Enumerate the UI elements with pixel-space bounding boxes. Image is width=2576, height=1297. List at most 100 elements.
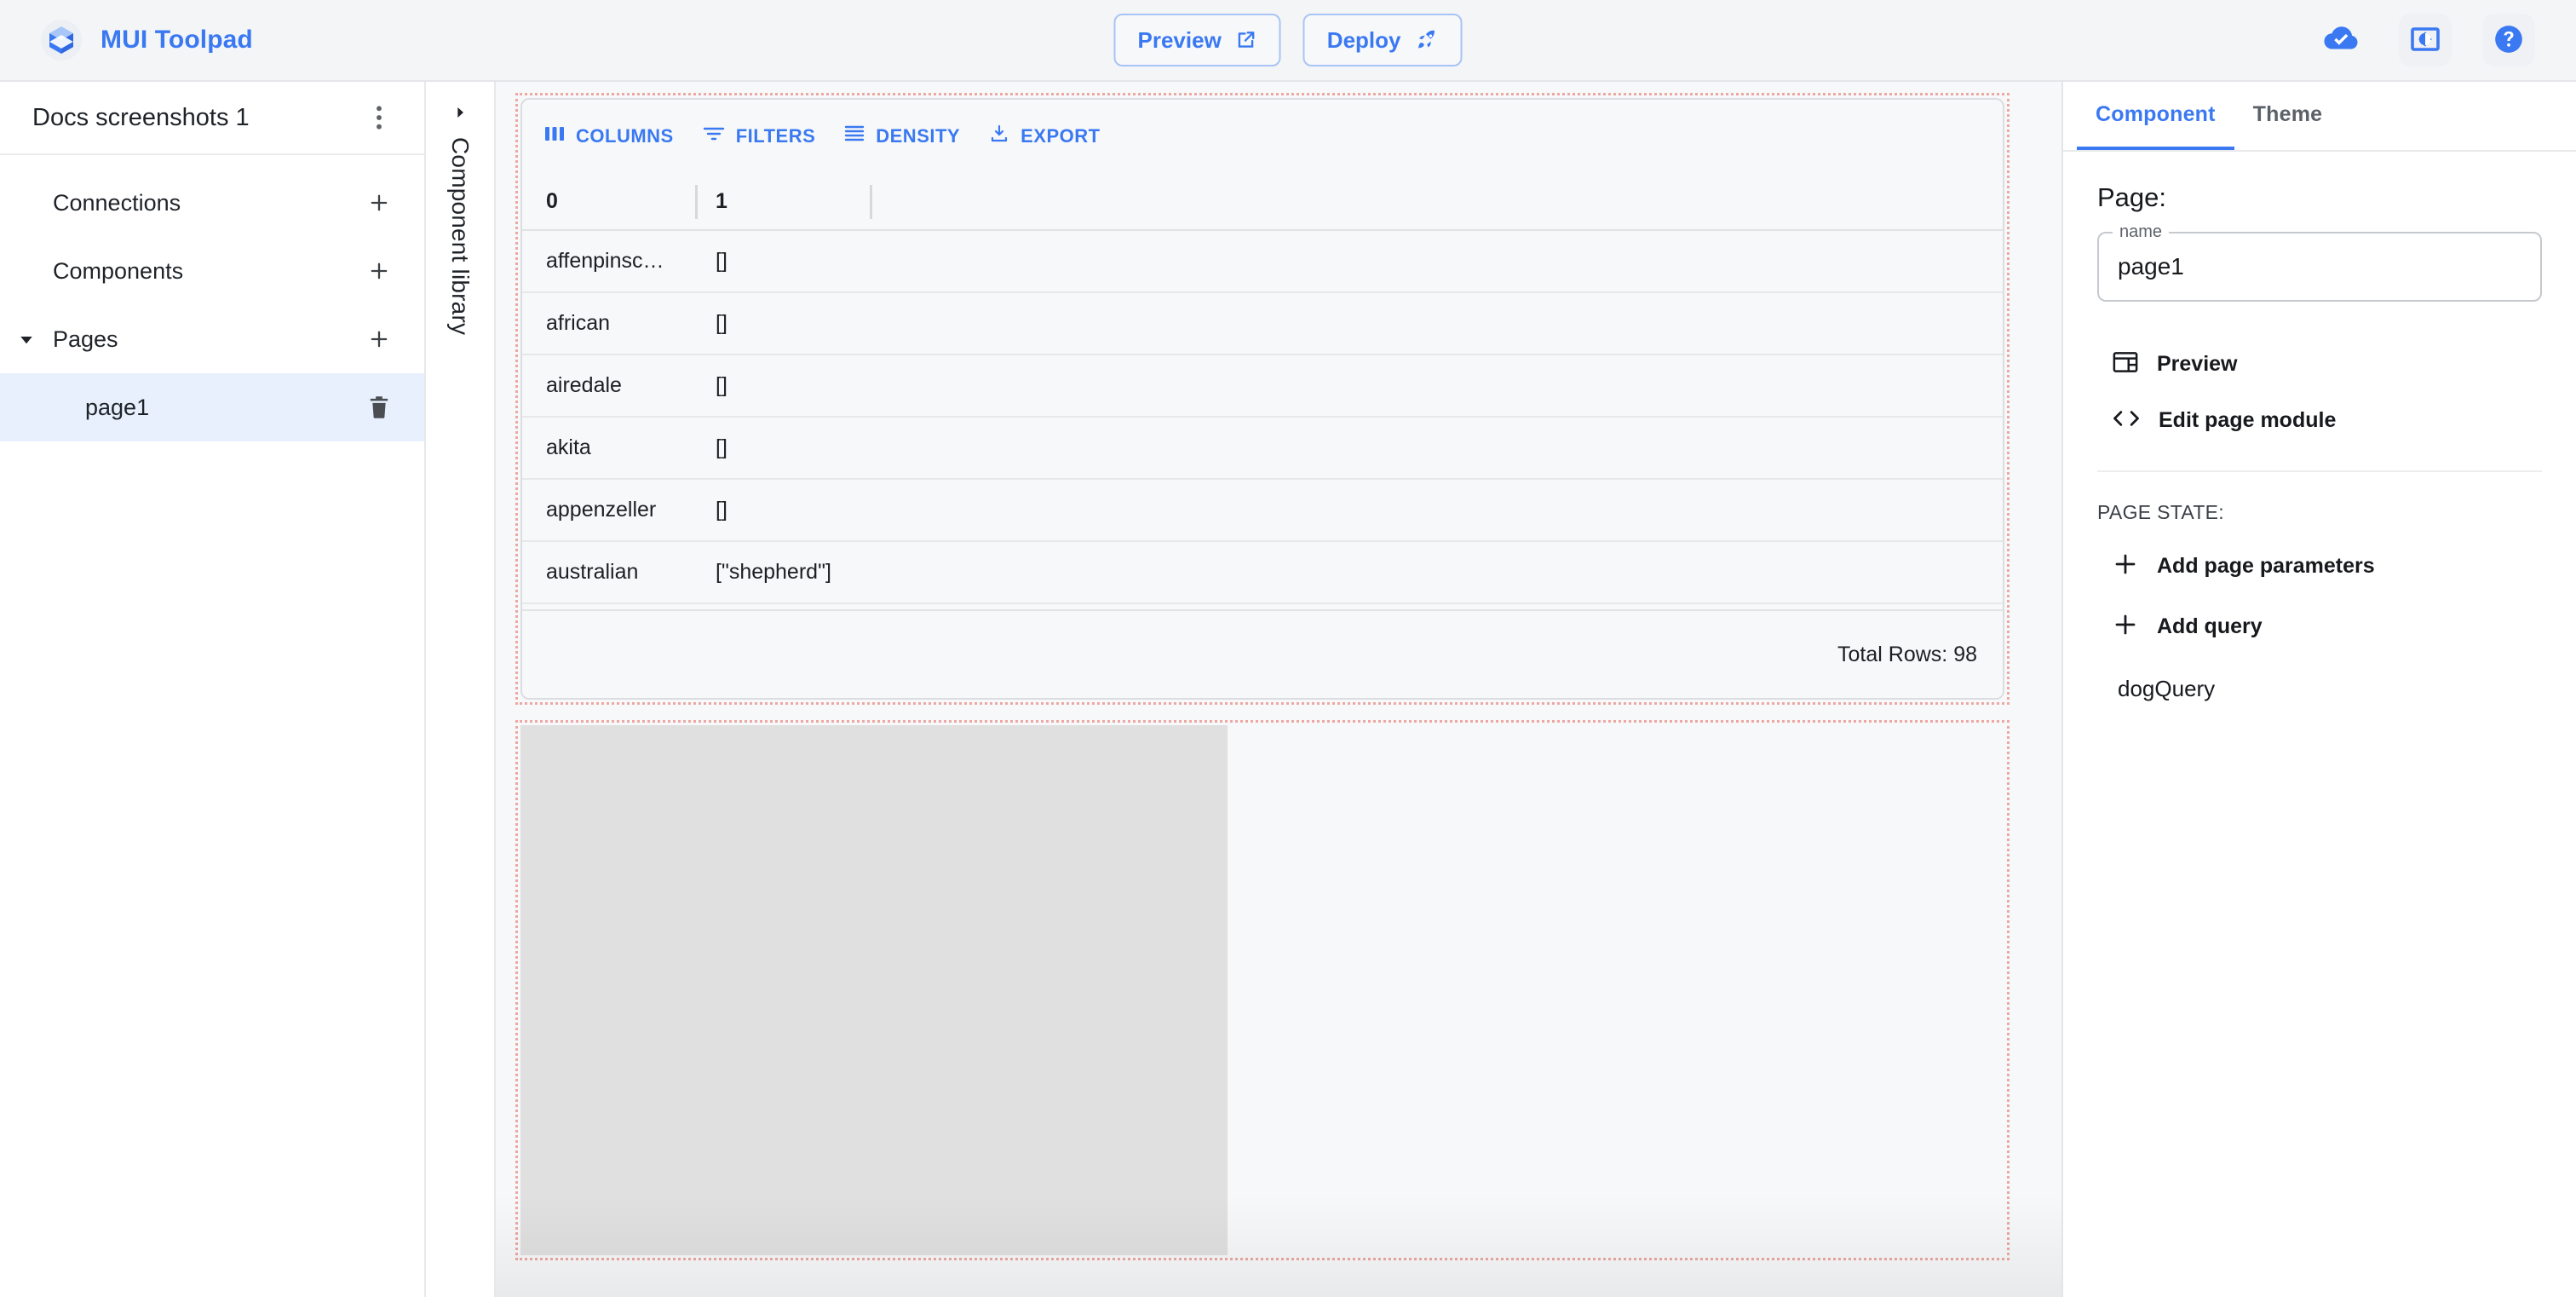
brightness-settings-icon xyxy=(2410,26,2441,55)
column-header-0[interactable]: 0 xyxy=(522,189,697,214)
density-button[interactable]: DENSITY xyxy=(844,116,975,157)
tab-component[interactable]: Component xyxy=(2077,82,2234,150)
add-page-parameters-action[interactable]: Add page parameters xyxy=(2097,536,2542,597)
sidebar-item-pages[interactable]: Pages xyxy=(0,305,424,373)
cell-col0: akita xyxy=(546,435,591,459)
web-layout-icon xyxy=(2113,351,2138,378)
add-query-action[interactable]: Add query xyxy=(2097,597,2542,657)
canvas-inner: COLUMNS FILTERS DENSITY EXPORT 0 1 affen… xyxy=(496,82,2061,1297)
cell-col0: australian xyxy=(546,560,639,584)
edit-page-module-action[interactable]: Edit page module xyxy=(2097,393,2542,448)
query-item-dogquery[interactable]: dogQuery xyxy=(2097,657,2542,721)
preview-page-label: Preview xyxy=(2157,352,2238,376)
table-row[interactable]: airedale [] xyxy=(522,355,2003,418)
brand: MUI Toolpad xyxy=(0,20,253,61)
table-row[interactable]: australian ["shepherd"] xyxy=(522,542,2003,604)
filters-button-label: FILTERS xyxy=(735,125,816,147)
sidebar-item-page1[interactable]: page1 xyxy=(0,373,424,441)
caret-right-icon[interactable] xyxy=(453,106,467,124)
deploy-button-label: Deploy xyxy=(1326,26,1401,53)
left-sidebar: Docs screenshots 1 Connections Component… xyxy=(0,82,426,1297)
app-body: Docs screenshots 1 Connections Component… xyxy=(0,82,2576,1297)
add-page-button[interactable] xyxy=(359,320,399,359)
columns-button[interactable]: COLUMNS xyxy=(544,117,689,156)
table-row[interactable]: african [] xyxy=(522,293,2003,355)
inspector-tabs: Component Theme xyxy=(2063,82,2576,152)
total-rows-label: Total Rows: 98 xyxy=(1837,642,1977,666)
cell-col1: [] xyxy=(716,249,727,273)
preview-page-action[interactable]: Preview xyxy=(2097,336,2542,393)
density-icon xyxy=(844,124,865,148)
app-name-title: Docs screenshots 1 xyxy=(32,103,250,131)
header-actions: Preview Deploy xyxy=(1113,14,1463,66)
datagrid-header-row: 0 1 xyxy=(522,173,2003,231)
cell-col0: african xyxy=(546,311,611,335)
more-vertical-icon[interactable] xyxy=(359,98,399,137)
add-component-button[interactable] xyxy=(359,251,399,291)
table-row[interactable]: affenpinsc… [] xyxy=(522,231,2003,293)
toolpad-logo-icon xyxy=(41,20,82,61)
app-header: MUI Toolpad Preview Deploy xyxy=(0,0,2576,82)
sidebar-header: Docs screenshots 1 xyxy=(0,82,424,155)
placeholder-box[interactable] xyxy=(520,725,1228,1255)
sidebar-item-components[interactable]: Components xyxy=(0,237,424,305)
cloud-done-icon[interactable] xyxy=(2315,14,2368,66)
plus-icon xyxy=(2113,612,2138,642)
help-circle-icon xyxy=(2493,23,2525,58)
component-library-label: Component library xyxy=(447,137,474,336)
table-row[interactable]: akita [] xyxy=(522,418,2003,480)
datagrid-rows: affenpinsc… [] african [] airedale [] ak… xyxy=(522,231,2003,609)
filters-button[interactable]: FILTERS xyxy=(703,116,831,157)
header-right-icons xyxy=(2315,14,2576,66)
cell-col1: [] xyxy=(716,498,727,522)
add-connection-button[interactable] xyxy=(359,183,399,222)
cell-col0: appenzeller xyxy=(546,498,657,522)
sidebar-item-connections[interactable]: Connections xyxy=(0,169,424,237)
cell-col1: ["shepherd"] xyxy=(716,560,831,584)
rocket-icon xyxy=(1414,28,1438,52)
component-library-rail[interactable]: Component library xyxy=(426,82,496,1297)
datagrid-slot[interactable]: COLUMNS FILTERS DENSITY EXPORT 0 1 affen… xyxy=(515,93,2010,705)
page-heading: Page: xyxy=(2097,182,2167,212)
export-button-label: EXPORT xyxy=(1021,125,1101,147)
page-item-label: page1 xyxy=(85,394,150,420)
page-canvas[interactable]: COLUMNS FILTERS DENSITY EXPORT 0 1 affen… xyxy=(496,82,2061,1297)
brand-title: MUI Toolpad xyxy=(101,26,253,54)
cell-col0: airedale xyxy=(546,373,622,397)
cell-col0: affenpinsc… xyxy=(546,249,664,273)
trash-icon[interactable] xyxy=(359,388,399,427)
datagrid-component[interactable]: COLUMNS FILTERS DENSITY EXPORT 0 1 affen… xyxy=(520,98,2004,700)
export-button[interactable]: EXPORT xyxy=(989,115,1115,158)
columns-icon xyxy=(544,125,565,147)
table-row[interactable]: appenzeller [] xyxy=(522,480,2003,542)
column-header-1[interactable]: 1 xyxy=(697,189,860,214)
filter-icon xyxy=(703,124,725,148)
page-name-value[interactable]: page1 xyxy=(2118,253,2184,280)
page-state-title: PAGE STATE: xyxy=(2097,501,2224,523)
empty-component-slot[interactable] xyxy=(515,720,2010,1260)
sidebar-item-label: Components xyxy=(53,257,184,284)
edit-page-module-label: Edit page module xyxy=(2159,408,2337,432)
add-page-parameters-label: Add page parameters xyxy=(2157,554,2375,578)
datagrid-footer: Total Rows: 98 xyxy=(522,609,2003,698)
sidebar-nav: Connections Components Pages page1 xyxy=(0,155,424,441)
cell-col1: [] xyxy=(716,373,727,397)
app-root: MUI Toolpad Preview Deploy Docs screensh… xyxy=(0,0,2576,1297)
inspector-divider xyxy=(2097,470,2542,472)
preview-button[interactable]: Preview xyxy=(1113,14,1281,66)
inspector-panel: Component Theme Page: name page1 Preview… xyxy=(2061,82,2576,1297)
preview-button-label: Preview xyxy=(1137,26,1222,53)
caret-down-icon[interactable] xyxy=(0,331,34,347)
density-button-label: DENSITY xyxy=(876,125,961,147)
sidebar-item-label: Pages xyxy=(53,326,118,352)
deploy-button[interactable]: Deploy xyxy=(1302,14,1463,66)
theme-mode-button[interactable] xyxy=(2399,14,2452,66)
help-button[interactable] xyxy=(2482,14,2535,66)
column-separator[interactable] xyxy=(870,185,872,219)
cell-col1: [] xyxy=(716,435,727,459)
tab-theme[interactable]: Theme xyxy=(2234,82,2342,150)
page-name-legend: name xyxy=(2113,222,2170,242)
open-in-new-icon xyxy=(1235,29,1257,51)
sidebar-item-label: Connections xyxy=(53,189,181,216)
page-name-field[interactable]: name page1 xyxy=(2097,222,2542,302)
